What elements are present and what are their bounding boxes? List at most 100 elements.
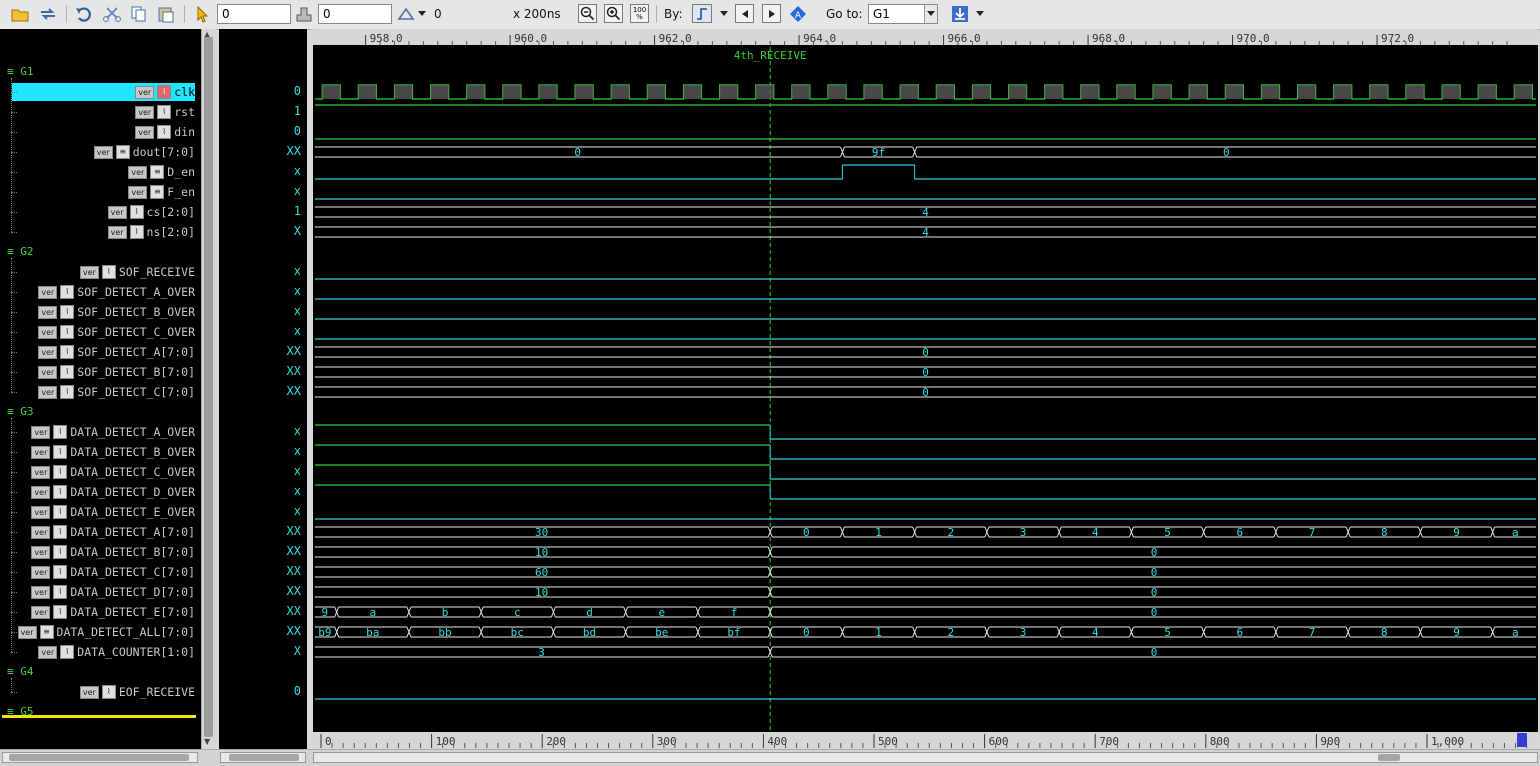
signal-row[interactable]: ver ⌇ DATA_DETECT_A_OVER [31,423,195,441]
copy-icon[interactable] [129,4,149,24]
signal-row[interactable]: ver ⌇ DATA_DETECT_D_OVER [31,483,195,501]
bus-value-label: 0 [1151,566,1158,579]
signal-row[interactable]: ver ⌇ SOF_DETECT_A_OVER [38,283,195,301]
signal-value: x [293,504,301,518]
group-header-g1[interactable]: ≡ G1 [7,65,34,78]
bus-value-label: 9 [1453,526,1460,539]
signal-name-panel[interactable]: ≡ G1 ver ⌇ clk ver ⌇ rst ver ⌇ din ver ≡ dout[7:0] ve… [0,29,201,749]
edge-select-icon[interactable] [692,4,712,23]
cursor-time-input[interactable] [217,4,291,24]
verilog-badge: ver [79,265,99,279]
name-panel-scroll-thumb[interactable] [204,37,213,737]
signal-row[interactable]: ver ≡ D_en [128,163,195,181]
chevron-down-icon[interactable] [416,4,428,24]
signal-row[interactable]: ver ⌇ SOF_DETECT_C[7:0] [38,383,195,401]
signal-row[interactable]: ver ≡ F_en [128,183,195,201]
verilog-badge: ver [38,305,58,319]
cursor-icon[interactable] [192,4,212,24]
signal-row[interactable]: ver ⌇ DATA_COUNTER[1:0] [38,643,195,661]
verilog-badge: ver [38,645,58,659]
verilog-badge: ver [128,165,148,179]
chevron-down-icon[interactable] [974,4,986,24]
signal-type-icon: ⌇ [60,325,75,339]
signal-row[interactable]: ver ⌇ SOF_DETECT_A[7:0] [38,343,195,361]
name-hscroll[interactable] [2,752,198,763]
signal-row[interactable]: ver ⌇ DATA_DETECT_C[7:0] [31,563,195,581]
signal-row[interactable]: ver ⌇ DATA_DETECT_E[7:0] [31,603,195,621]
signal-row[interactable]: ver ⌇ DATA_DETECT_B[7:0] [31,543,195,561]
clock-low-fill [972,85,991,99]
next-edge-button[interactable] [762,4,781,23]
signal-value: 0 [293,84,301,98]
verilog-badge: ver [31,585,51,599]
signal-row[interactable]: ver ⌇ DATA_DETECT_D[7:0] [31,583,195,601]
folder-open-icon[interactable] [10,4,30,24]
signal-type-icon: ⌇ [53,445,68,459]
bus-value-label: 3 [1020,526,1027,539]
bus-value-label: 0 [922,366,929,379]
clock-low-fill [575,85,594,99]
signal-row[interactable]: ver ⌇ rst [135,103,195,121]
signal-row[interactable]: ver ⌇ cs[2:0] [107,203,195,221]
signal-row[interactable]: ver ⌇ EOF_RECEIVE [79,683,195,701]
bus-value-label: 4 [1092,626,1099,639]
zoom-out-icon[interactable] [578,4,597,23]
bus-transition [1273,526,1279,538]
marker-time-input[interactable] [318,4,392,24]
wave-hscroll[interactable] [313,752,1538,763]
group-header-g4[interactable]: ≡ G4 [7,665,34,678]
bus-value-label: 4 [1092,526,1099,539]
signal-row[interactable]: ver ⌇ DATA_DETECT_C_OVER [31,463,195,481]
signal-name: F_en [167,185,195,199]
cut-icon[interactable] [102,4,122,24]
verilog-badge: ver [31,525,51,539]
ruler-label: 966.0 [948,32,981,45]
zoom-in-icon[interactable] [604,4,623,23]
bus-value-label: 3 [538,646,545,659]
ruler-label: 200 [546,735,566,748]
waveform-canvas[interactable]: 958.0 960.0 962.0 964.0 966.0 968.0 970.0 972.0… [313,29,1538,749]
undo-icon[interactable] [74,4,94,24]
search-signal-icon[interactable]: A [789,4,807,24]
signal-row[interactable]: ver ⌇ SOF_DETECT_B_OVER [38,303,195,321]
signal-row[interactable]: ver ⌇ DATA_DETECT_A[7:0] [31,523,195,541]
signal-row[interactable]: ver ⌇ clk [12,83,195,101]
marker-icon[interactable] [294,4,314,24]
signal-row[interactable]: ver ⌇ din [135,123,195,141]
signal-row[interactable]: ver ⌇ SOF_RECEIVE [79,263,195,281]
verilog-badge: ver [107,225,127,239]
signal-value: XX [286,344,301,358]
bus-value-label: 0 [922,346,929,359]
swap-icon[interactable] [38,4,58,24]
signal-type-icon: ⌇ [53,505,68,519]
bus-transition [1056,526,1062,538]
signal-row[interactable]: ver ⌇ ns[2:0] [107,223,195,241]
chevron-down-icon[interactable] [718,4,730,24]
delta-icon[interactable] [396,4,416,24]
signal-row[interactable]: ver ≡ DATA_DETECT_ALL[7:0] [17,623,195,641]
signal-row[interactable]: ver ⌇ SOF_DETECT_C_OVER [38,323,195,341]
bus-transition [478,626,484,638]
waveform-clk [315,84,1536,100]
group-header-g3[interactable]: ≡ G3 [7,405,34,418]
zoom-100-button[interactable]: 100 % [630,4,649,23]
waveform-panel[interactable]: 958.0 960.0 962.0 964.0 966.0 968.0 970.0 972.0… [313,29,1538,749]
group-header-g2[interactable]: ≡ G2 [7,245,34,258]
goto-label: Go to: [826,7,863,21]
bus-transition [1201,526,1207,538]
goto-select[interactable]: G1 [868,4,938,24]
verilog-badge: ver [31,425,51,439]
prev-edge-button[interactable] [735,4,754,23]
signal-row[interactable]: ver ⌇ DATA_DETECT_B_OVER [31,443,195,461]
chevron-down-icon[interactable] [924,5,937,23]
signal-value: x [293,164,301,178]
signal-row[interactable]: ver ⌇ SOF_DETECT_B[7:0] [38,363,195,381]
insert-position-marker [2,715,196,718]
name-panel-scrollbar[interactable]: ▲ ▼ [201,29,216,749]
signal-type-icon: ⌇ [60,645,75,659]
paste-icon[interactable] [156,4,176,24]
value-hscroll[interactable] [220,752,306,763]
download-icon[interactable] [950,4,970,24]
signal-row[interactable]: ver ⌇ DATA_DETECT_E_OVER [31,503,195,521]
signal-row[interactable]: ver ≡ dout[7:0] [93,143,195,161]
